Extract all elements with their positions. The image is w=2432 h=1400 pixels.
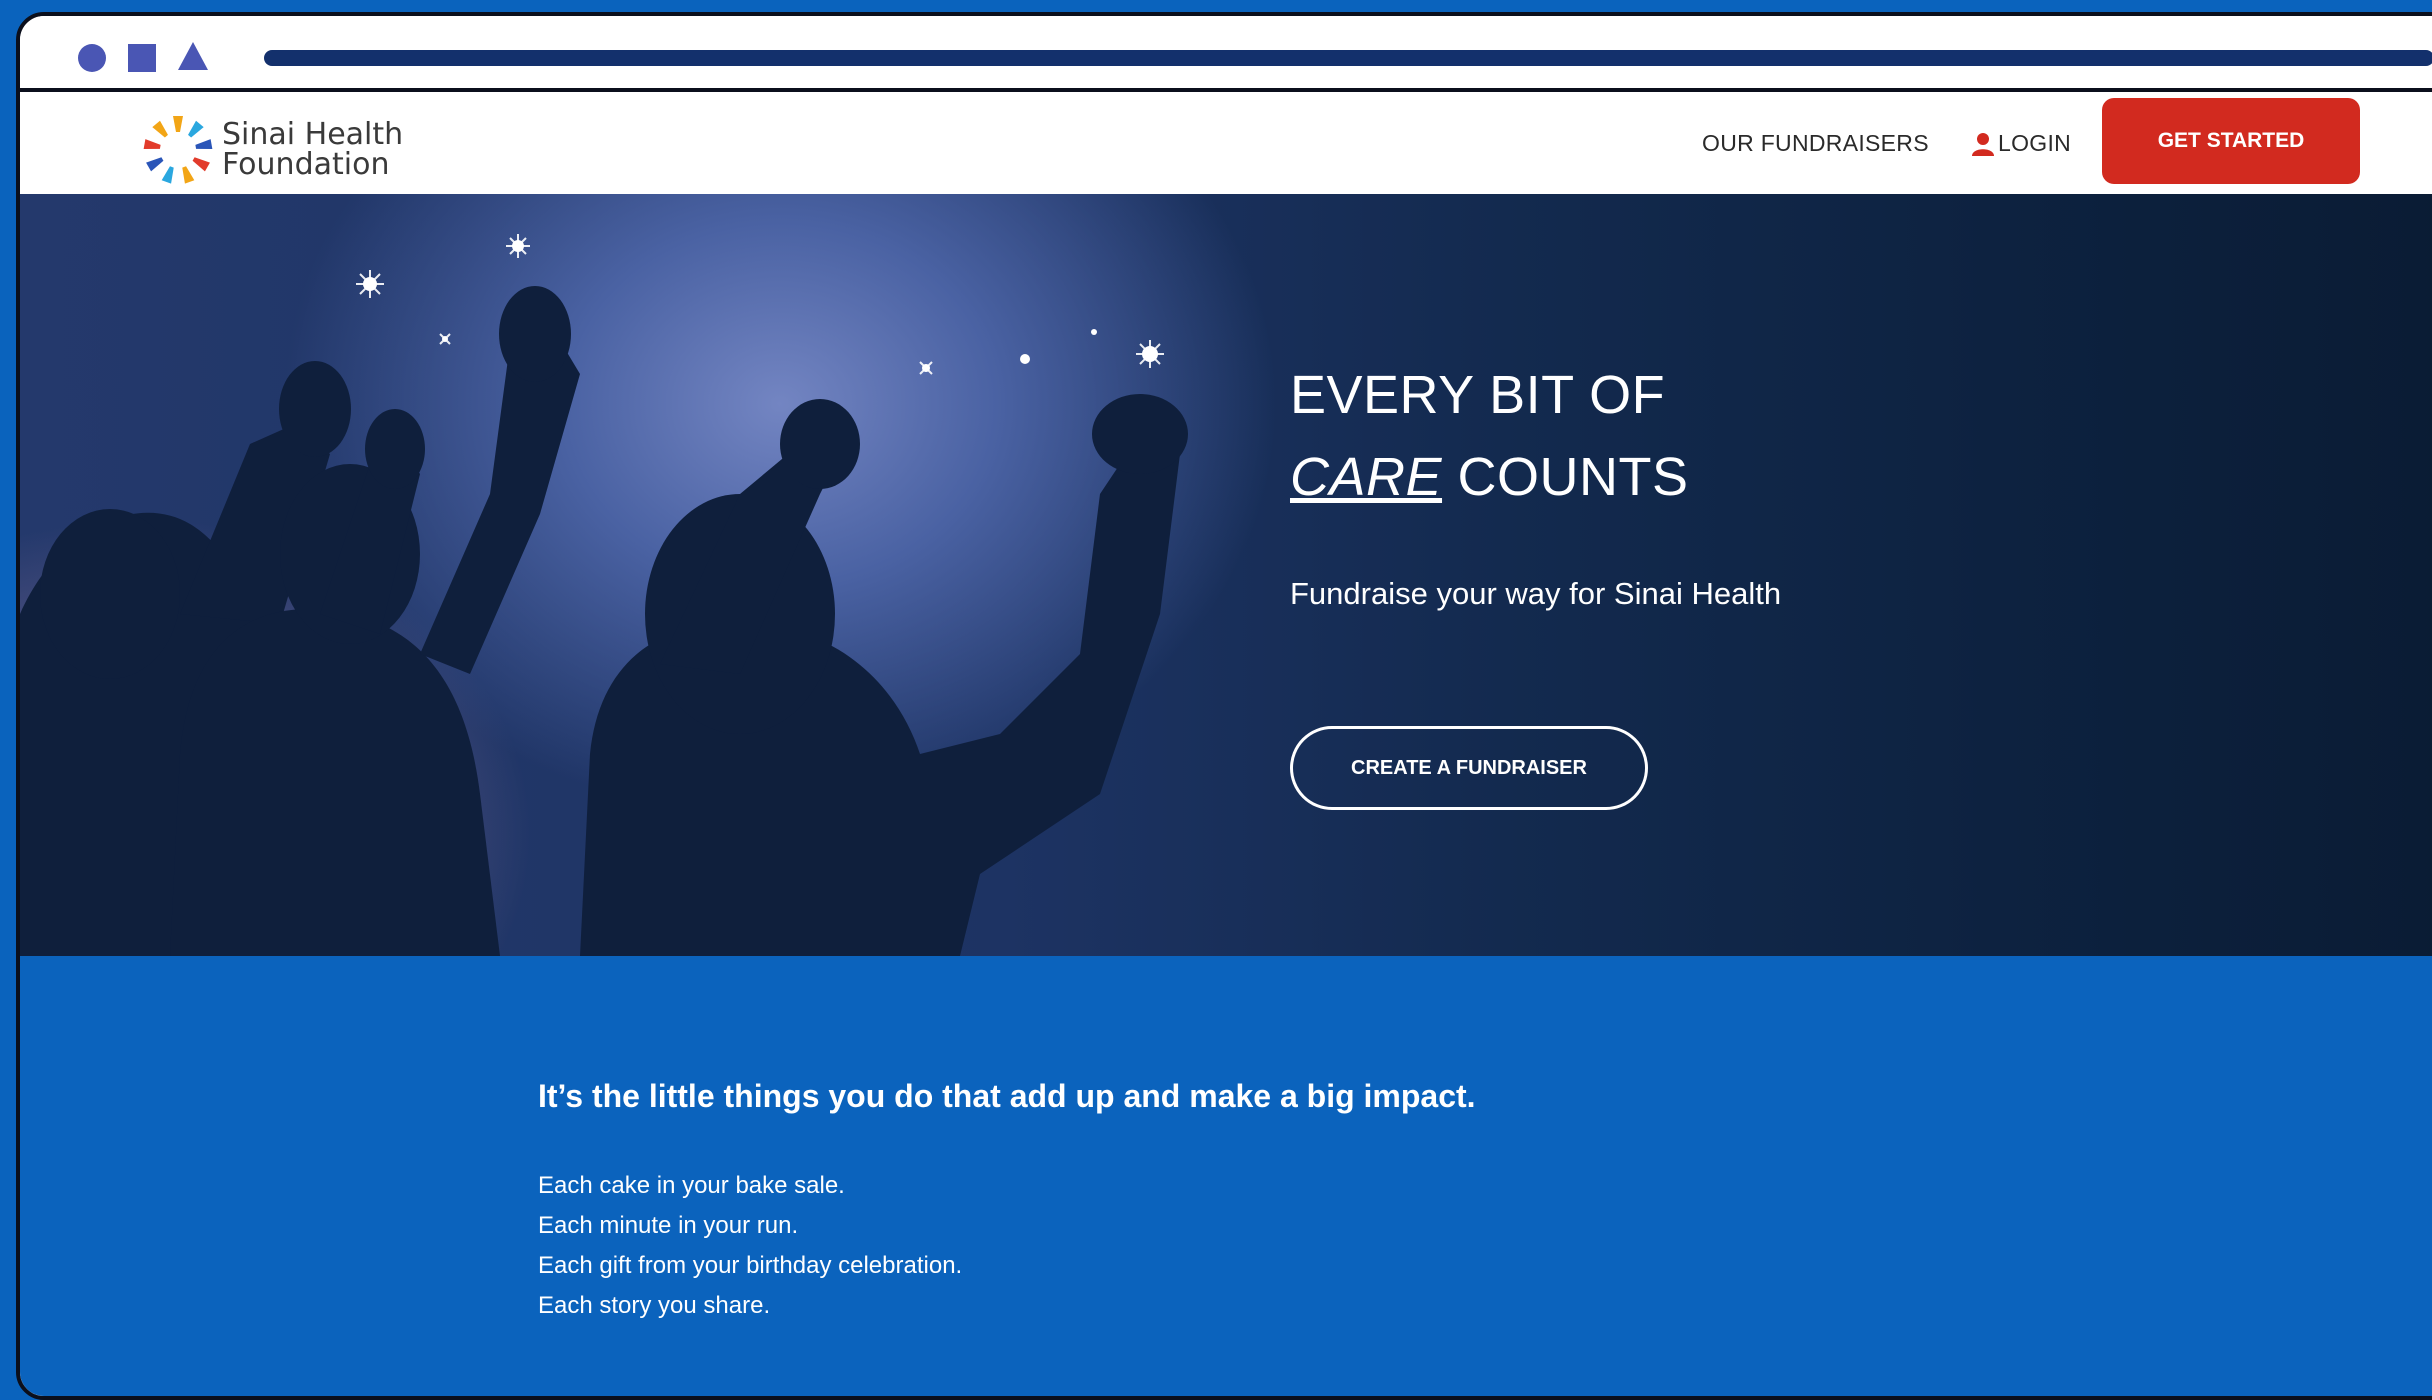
hero-photo-silhouettes xyxy=(20,234,1188,956)
hero-subtitle: Fundraise your way for Sinai Health xyxy=(1290,576,1782,611)
triangle-icon[interactable] xyxy=(178,42,208,70)
square-icon[interactable] xyxy=(128,44,156,72)
hero-banner: EVERY BIT OF CARE COUNTS Fundraise your … xyxy=(20,194,2432,956)
impact-list: Each cake in your bake sale. Each minute… xyxy=(538,1166,962,1326)
hero-title-line-1: EVERY BIT OF xyxy=(1290,365,1666,425)
get-started-button[interactable]: GET STARTED xyxy=(2102,98,2360,184)
hero-title-line-2-rest: COUNTS xyxy=(1442,447,1689,507)
login-label: LOGIN xyxy=(1998,130,2072,156)
nav-login[interactable]: LOGIN xyxy=(1972,130,2071,157)
logo-line-2: Foundation xyxy=(222,147,390,182)
site-logo[interactable]: Sinai Health Foundation xyxy=(140,114,403,186)
hero-title-emphasis: CARE xyxy=(1290,447,1443,507)
hero-title: EVERY BIT OF CARE COUNTS xyxy=(1290,354,1689,518)
hero-title-line-2: CARE COUNTS xyxy=(1290,436,1689,518)
nav-our-fundraisers[interactable]: OUR FUNDRAISERS xyxy=(1702,130,1929,157)
impact-line: Each gift from your birthday celebration… xyxy=(538,1252,963,1279)
circle-icon[interactable] xyxy=(78,44,106,72)
impact-line: Each story you share. xyxy=(538,1292,771,1319)
sinai-logo-icon xyxy=(143,116,213,184)
impact-line: Each cake in your bake sale. xyxy=(538,1172,845,1199)
logo-wordmark: Sinai Health Foundation xyxy=(222,120,403,180)
address-bar[interactable] xyxy=(264,50,2432,66)
logo-line-1: Sinai Health xyxy=(222,117,404,152)
user-icon xyxy=(1972,132,1994,156)
impact-line: Each minute in your run. xyxy=(538,1212,799,1239)
site-header: Sinai Health Foundation OUR FUNDRAISERS … xyxy=(20,92,2432,194)
impact-heading: It’s the little things you do that add u… xyxy=(538,1078,1476,1114)
window-chrome xyxy=(20,16,2432,92)
impact-section: It’s the little things you do that add u… xyxy=(20,956,2432,1396)
browser-frame: Sinai Health Foundation OUR FUNDRAISERS … xyxy=(16,12,2432,1400)
create-fundraiser-button[interactable]: CREATE A FUNDRAISER xyxy=(1290,726,1648,810)
